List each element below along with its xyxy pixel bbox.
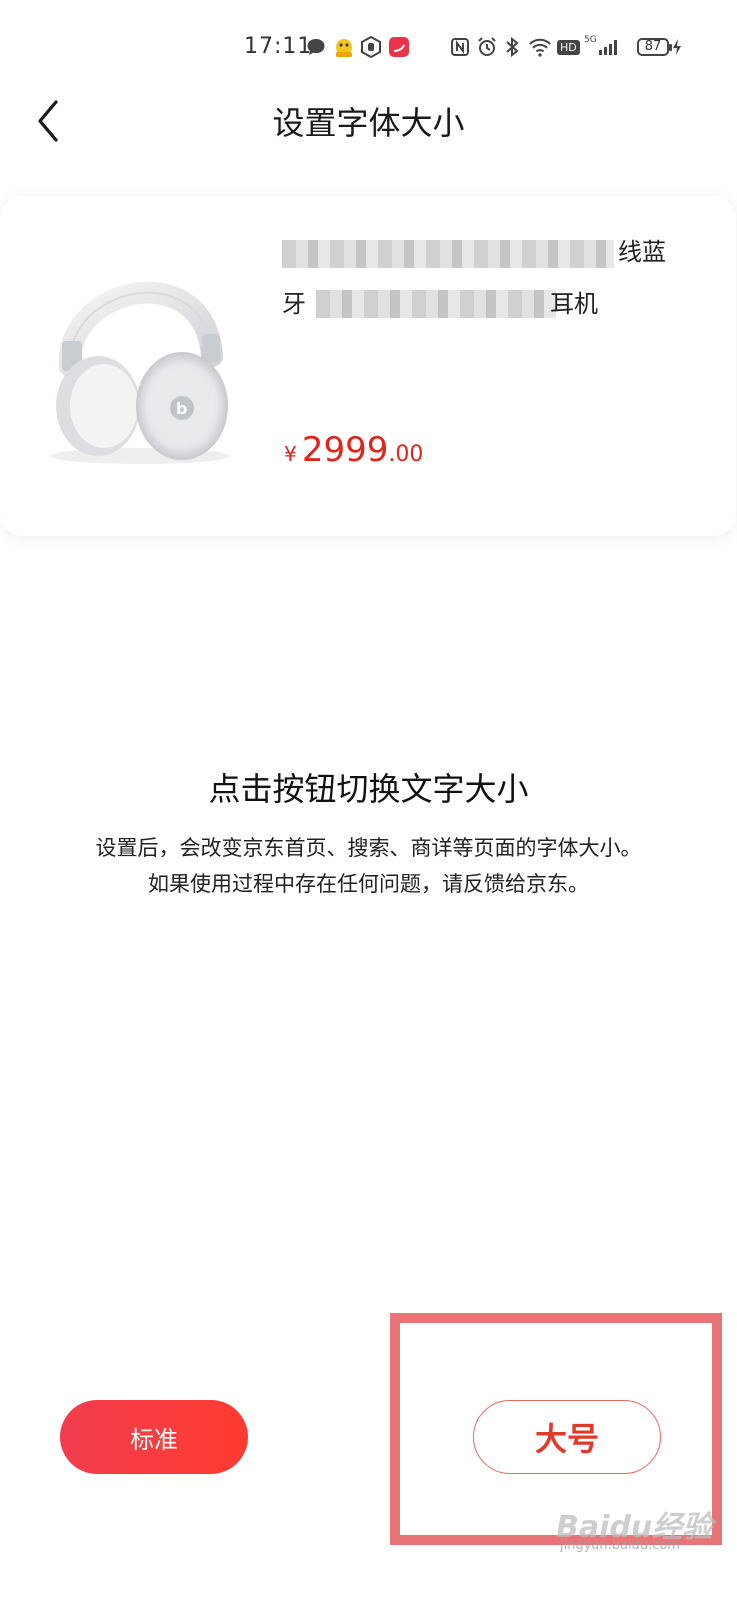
status-bar: 17:11 HD 5G 87 [0,0,737,96]
product-name: 线蓝 牙 耳机 [282,238,666,318]
redacted-text [316,290,556,318]
page-title: 设置字体大小 [272,104,465,142]
watermark-url: jingyan.baidu.com [560,1538,680,1553]
signal-5g-icon: 5G [584,35,621,58]
bluetooth-icon [504,36,520,58]
hd-icon: HD [557,36,580,58]
app-swan-icon [388,36,410,58]
nfc-icon [450,36,470,58]
chat-icon [306,36,326,58]
svg-text:b: b [176,399,187,418]
wifi-icon [528,36,552,58]
status-time: 17:11 [244,34,313,59]
standard-size-button[interactable]: 标准 [60,1400,248,1474]
charging-icon [672,36,682,58]
redacted-text [282,240,614,268]
standard-size-label: 标准 [130,1425,178,1454]
app-mascot-icon [332,36,356,58]
hint-description: 设置后，会改变京东首页、搜索、商详等页面的字体大小。 如果使用过程中存在任何问题… [95,836,642,896]
alarm-icon [476,36,498,58]
hint-title: 点击按钮切换文字大小 [208,770,529,808]
product-preview-card: b 线蓝 牙 耳机 ¥ 2999.00 [0,196,736,536]
battery-indicator: 87 [637,38,672,56]
headphones-image: b [50,281,230,464]
hand-icon [360,36,382,58]
product-price: ¥ 2999.00 [284,430,424,470]
